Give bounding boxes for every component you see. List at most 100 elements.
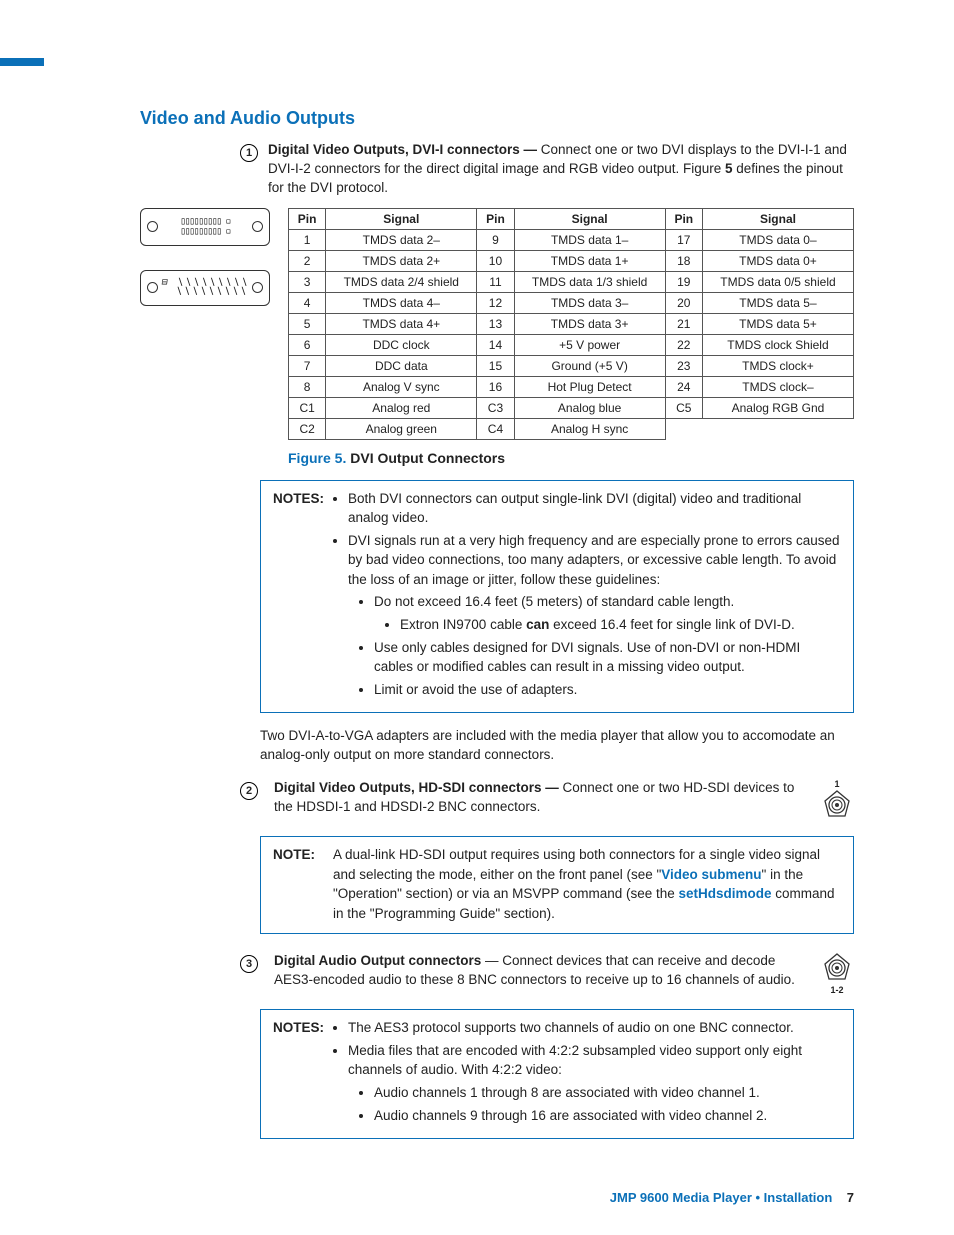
- page: Video and Audio Outputs 1 Digital Video …: [0, 0, 954, 1235]
- pin-cell: 9: [477, 229, 514, 250]
- pin-cell: 17: [665, 229, 702, 250]
- signal-cell: Analog H sync: [514, 418, 665, 439]
- note-label: NOTE:: [273, 847, 315, 862]
- table-row: 8Analog V sync16Hot Plug Detect24TMDS cl…: [289, 376, 854, 397]
- signal-cell: TMDS data 0/5 shield: [702, 271, 853, 292]
- table-row: 3TMDS data 2/4 shield11TMDS data 1/3 shi…: [289, 271, 854, 292]
- page-number: 7: [847, 1190, 854, 1205]
- signal-cell: TMDS clock Shield: [702, 334, 853, 355]
- notes-box-1: NOTES: Both DVI connectors can output si…: [260, 480, 854, 714]
- note3-sub1: Audio channels 1 through 8 are associate…: [374, 1083, 841, 1103]
- note1-sub1a: Extron IN9700 cable can exceed 16.4 feet…: [400, 615, 841, 635]
- signal-cell: TMDS data 4+: [326, 313, 477, 334]
- connector-illustrations: ▯▯▯▯▯▯▯▯▯ ▫▯▯▯▯▯▯▯▯▯ ▫ ⊟ \\\\\\\\\ \\\\\…: [140, 208, 270, 440]
- signal-cell: TMDS data 5+: [702, 313, 853, 334]
- table-row: 2TMDS data 2+10TMDS data 1+18TMDS data 0…: [289, 250, 854, 271]
- note3-sub2: Audio channels 9 through 16 are associat…: [374, 1106, 841, 1126]
- signal-cell: Analog red: [326, 397, 477, 418]
- table-row: 6DDC clock14+5 V power22TMDS clock Shiel…: [289, 334, 854, 355]
- figure-ref: 5: [725, 161, 733, 176]
- top-accent-bar: [0, 58, 44, 66]
- callout-3-lead: Digital Audio Output connectors: [274, 953, 481, 968]
- pin-cell: 21: [665, 313, 702, 334]
- signal-cell: Analog green: [326, 418, 477, 439]
- signal-cell: TMDS data 2/4 shield: [326, 271, 477, 292]
- pin-cell: 22: [665, 334, 702, 355]
- th-signal: Signal: [326, 208, 477, 229]
- pin-cell: 7: [289, 355, 326, 376]
- section-heading: Video and Audio Outputs: [140, 108, 854, 129]
- signal-cell: TMDS clock+: [702, 355, 853, 376]
- signal-cell: TMDS clock–: [702, 376, 853, 397]
- dvi-i-connector-icon: ▯▯▯▯▯▯▯▯▯ ▫▯▯▯▯▯▯▯▯▯ ▫: [140, 208, 270, 246]
- pin-cell: [665, 418, 702, 439]
- pin-cell: 14: [477, 334, 514, 355]
- note-box-2: NOTE: A dual-link HD-SDI output requires…: [260, 836, 854, 934]
- dvi-d-connector-icon: ⊟ \\\\\\\\\ \\\\\\\\\: [140, 270, 270, 306]
- notes-label: NOTES:: [273, 1020, 324, 1035]
- pin-cell: 13: [477, 313, 514, 334]
- pin-cell: 5: [289, 313, 326, 334]
- pin-cell: 12: [477, 292, 514, 313]
- notes-box-3: NOTES: The AES3 protocol supports two ch…: [260, 1009, 854, 1139]
- signal-cell: Analog V sync: [326, 376, 477, 397]
- pin-cell: C5: [665, 397, 702, 418]
- pin-cell: 24: [665, 376, 702, 397]
- table-row: 5TMDS data 4+13TMDS data 3+21TMDS data 5…: [289, 313, 854, 334]
- callout-number-1: 1: [240, 144, 258, 162]
- callout-1: 1 Digital Video Outputs, DVI-I connector…: [240, 141, 854, 198]
- figure-caption: Figure 5. DVI Output Connectors: [288, 450, 854, 466]
- content-area: Video and Audio Outputs 1 Digital Video …: [140, 58, 854, 1139]
- signal-cell: TMDS data 0+: [702, 250, 853, 271]
- pin-cell: 16: [477, 376, 514, 397]
- callout-2: 2 Digital Video Outputs, HD-SDI connecto…: [240, 779, 854, 822]
- signal-cell: TMDS data 2+: [326, 250, 477, 271]
- page-footer: JMP 9600 Media Player • Installation 7: [610, 1190, 854, 1205]
- table-row: C1Analog redC3Analog blueC5Analog RGB Gn…: [289, 397, 854, 418]
- th-pin: Pin: [665, 208, 702, 229]
- signal-cell: TMDS data 1+: [514, 250, 665, 271]
- th-pin: Pin: [289, 208, 326, 229]
- note1-sub3: Limit or avoid the use of adapters.: [374, 680, 841, 700]
- adapter-paragraph: Two DVI-A-to-VGA adapters are included w…: [260, 727, 854, 765]
- sethdsdimode-link[interactable]: setHdsdimode: [679, 886, 772, 901]
- th-pin: Pin: [477, 208, 514, 229]
- bnc-connector-icon: 1-2: [820, 952, 854, 995]
- callout-3: 3 Digital Audio Output connectors — Conn…: [240, 952, 854, 995]
- signal-cell: DDC clock: [326, 334, 477, 355]
- note1-sub1: Do not exceed 16.4 feet (5 meters) of st…: [374, 592, 841, 612]
- figure-label: Figure 5.: [288, 450, 346, 466]
- signal-cell: +5 V power: [514, 334, 665, 355]
- table-row: 1TMDS data 2–9TMDS data 1–17TMDS data 0–: [289, 229, 854, 250]
- pin-cell: 10: [477, 250, 514, 271]
- signal-cell: TMDS data 2–: [326, 229, 477, 250]
- pin-cell: 15: [477, 355, 514, 376]
- callout-number-3: 3: [240, 955, 258, 973]
- bnc-connector-icon: 1: [820, 779, 854, 822]
- callout-number-2: 2: [240, 782, 258, 800]
- pin-cell: 4: [289, 292, 326, 313]
- signal-cell: Ground (+5 V): [514, 355, 665, 376]
- pin-cell: 23: [665, 355, 702, 376]
- table-row: C2Analog greenC4Analog H sync: [289, 418, 854, 439]
- note3-bullet1: The AES3 protocol supports two channels …: [348, 1018, 841, 1038]
- pin-cell: C4: [477, 418, 514, 439]
- signal-cell: TMDS data 3–: [514, 292, 665, 313]
- video-submenu-link[interactable]: Video submenu: [661, 867, 761, 882]
- signal-cell: [702, 418, 853, 439]
- pin-cell: 20: [665, 292, 702, 313]
- pin-cell: 11: [477, 271, 514, 292]
- pin-cell: C1: [289, 397, 326, 418]
- pin-cell: 19: [665, 271, 702, 292]
- note1-bullet1: Both DVI connectors can output single-li…: [348, 489, 841, 528]
- signal-cell: TMDS data 1/3 shield: [514, 271, 665, 292]
- pin-cell: 1: [289, 229, 326, 250]
- notes-label: NOTES:: [273, 491, 324, 506]
- figure-caption-text: DVI Output Connectors: [350, 450, 505, 466]
- callout-1-lead: Digital Video Outputs, DVI-I connectors …: [268, 142, 541, 157]
- pin-cell: 8: [289, 376, 326, 397]
- pin-cell: C3: [477, 397, 514, 418]
- th-signal: Signal: [702, 208, 853, 229]
- signal-cell: TMDS data 5–: [702, 292, 853, 313]
- signal-cell: Hot Plug Detect: [514, 376, 665, 397]
